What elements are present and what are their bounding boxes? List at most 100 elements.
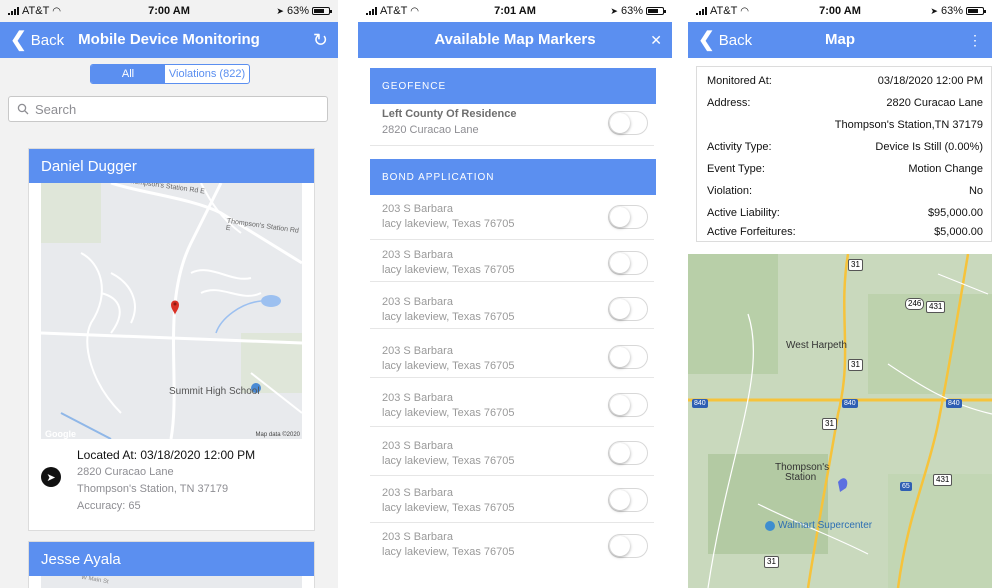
filter-violations-tab[interactable]: Violations (822) [165, 65, 249, 83]
marker-subtitle: lacy lakeview, Texas 76705 [382, 311, 515, 323]
marker-row[interactable]: 203 S Barbara lacy lakeview, Texas 76705 [370, 378, 654, 427]
detail-value: $5,000.00 [934, 226, 983, 238]
refresh-icon[interactable]: ↻ [313, 22, 328, 58]
marker-subtitle: lacy lakeview, Texas 76705 [382, 407, 515, 419]
menu-icon[interactable]: ⋮ [968, 22, 982, 58]
map-place-label: West Harpeth [786, 340, 847, 351]
marker-title: 203 S Barbara [382, 487, 453, 499]
map-shield: 31 [764, 556, 779, 568]
filter-all-tab[interactable]: All [91, 65, 165, 83]
status-bar: AT&T ◠ 7:01 AM ➤ 63% [358, 0, 672, 22]
marker-toggle[interactable] [608, 111, 648, 135]
nav-bar: ❮ Back Mobile Device Monitoring ↻ [0, 22, 338, 58]
marker-toggle[interactable] [608, 345, 648, 369]
marker-row[interactable]: 203 S Barbara lacy lakeview, Texas 76705 [370, 282, 654, 329]
close-icon[interactable]: ✕ [650, 22, 662, 58]
map-shield: 31 [848, 259, 863, 271]
location-arrow-icon: ➤ [930, 5, 938, 16]
page-title: Map [825, 31, 855, 48]
marker-row[interactable]: 203 S Barbara lacy lakeview, Texas 76705 [370, 329, 654, 378]
section-header-geofence: GEOFENCE [370, 68, 656, 104]
detail-key: Active Liability: [707, 207, 780, 219]
mobile-device-monitoring-screen: AT&T ◠ 7:00 AM ➤ 63% ❮ Back Mobile Devic… [0, 0, 338, 588]
battery-status: ➤ 63% [930, 5, 986, 17]
location-arrow-icon: ➤ [610, 5, 618, 16]
person-name: Daniel Dugger [29, 149, 314, 183]
detail-value: No [968, 185, 983, 197]
detail-key: Monitored At: [707, 75, 772, 87]
page-title: Available Map Markers [434, 31, 596, 48]
marker-row[interactable]: 203 S Barbara lacy lakeview, Texas 76705 [370, 198, 654, 240]
map-graphic [41, 183, 302, 439]
status-bar: AT&T ◠ 7:00 AM ➤ 63% [688, 0, 992, 22]
battery-icon [312, 7, 332, 15]
person-card[interactable]: Daniel Dugger Thompson's Station Rd E Th… [28, 148, 315, 531]
battery-icon [646, 7, 666, 15]
map-attribution: Map data ©2020 [255, 432, 300, 438]
three-screen-composite: AT&T ◠ 7:00 AM ➤ 63% ❮ Back Mobile Devic… [0, 0, 992, 588]
marker-toggle[interactable] [608, 534, 648, 558]
detail-value: Device Is Still (0.00%) [875, 141, 983, 153]
person-card[interactable]: Jesse Ayala W Main St [28, 541, 315, 588]
marker-title: 203 S Barbara [382, 296, 453, 308]
marker-toggle[interactable] [608, 488, 648, 512]
map-place-label: Walmart Supercenter [778, 520, 873, 531]
detail-value: $95,000.00 [927, 207, 983, 219]
marker-title: Left County Of Residence [382, 108, 517, 120]
available-map-markers-screen: AT&T ◠ 7:01 AM ➤ 63% Available Map Marke… [358, 0, 672, 588]
marker-title: 203 S Barbara [382, 440, 453, 452]
marker-row[interactable]: 203 S Barbara lacy lakeview, Texas 76705 [370, 523, 654, 573]
map-shield: 31 [822, 418, 837, 430]
marker-row[interactable]: Left County Of Residence 2820 Curacao La… [370, 104, 654, 146]
search-input[interactable] [35, 101, 295, 117]
location-map[interactable]: Thompson's Station Rd E Thompson's Stati… [41, 183, 302, 439]
detail-value: Motion Change [908, 163, 983, 175]
map-shield: 840 [946, 399, 962, 408]
search-bar[interactable] [8, 96, 328, 122]
marker-toggle[interactable] [608, 205, 648, 229]
section-header-bond-application: BOND APPLICATION [370, 159, 656, 195]
nav-bar: ❮ Back Map ⋮ [688, 22, 992, 58]
detail-key: Address: [707, 97, 751, 109]
map-shield: 840 [842, 399, 858, 408]
battery-percent: 63% [286, 5, 309, 17]
event-details-panel: Monitored At: 03/18/2020 12:00 PM Addres… [696, 66, 992, 242]
address-line2: Thompson's Station, TN 37179 [77, 483, 229, 495]
map-road-label: W Main St [80, 576, 109, 586]
status-bar: AT&T ◠ 7:00 AM ➤ 63% [0, 0, 338, 22]
map-poi-label: Summit High School [169, 386, 260, 397]
marker-row[interactable]: 203 S Barbara lacy lakeview, Texas 76705 [370, 427, 654, 476]
detail-value: 2820 Curacao Lane [886, 97, 983, 109]
marker-subtitle: lacy lakeview, Texas 76705 [382, 218, 515, 230]
marker-title: 203 S Barbara [382, 531, 453, 543]
marker-toggle[interactable] [608, 251, 648, 275]
nav-bar: Available Map Markers ✕ [358, 22, 672, 58]
google-logo: Google [45, 429, 76, 439]
detail-value: Thompson's Station,TN 37179 [834, 119, 983, 131]
marker-row[interactable]: 203 S Barbara lacy lakeview, Texas 76705 [370, 240, 654, 282]
detail-value: 03/18/2020 12:00 PM [877, 75, 983, 87]
marker-toggle[interactable] [608, 441, 648, 465]
location-map[interactable]: W Main St [41, 576, 302, 588]
marker-row[interactable]: 203 S Barbara lacy lakeview, Texas 76705 [370, 476, 654, 523]
map-terrain [688, 254, 992, 588]
marker-subtitle: lacy lakeview, Texas 76705 [382, 360, 515, 372]
marker-title: 203 S Barbara [382, 249, 453, 261]
map-shield: 246 [905, 298, 925, 310]
detail-key: Active Forfeitures: [707, 226, 796, 238]
accuracy: Accuracy: 65 [77, 500, 141, 512]
search-icon [17, 103, 29, 115]
map-shield: 840 [692, 399, 708, 408]
location-arrow-icon: ➤ [276, 5, 284, 16]
map-detail-screen: AT&T ◠ 7:00 AM ➤ 63% ❮ Back Map ⋮ Monito… [688, 0, 992, 588]
marker-toggle[interactable] [608, 297, 648, 321]
marker-toggle[interactable] [608, 393, 648, 417]
marker-title: 203 S Barbara [382, 392, 453, 404]
marker-subtitle: 2820 Curacao Lane [382, 124, 479, 136]
satellite-map[interactable]: 31 246 431 West Harpeth 31 840 840 840 3… [688, 254, 992, 588]
located-at: Located At: 03/18/2020 12:00 PM [77, 448, 256, 462]
map-shield: 431 [933, 474, 953, 486]
map-shield: 31 [848, 359, 863, 371]
map-shield: 65 [900, 482, 912, 491]
map-shield: 431 [926, 301, 946, 313]
